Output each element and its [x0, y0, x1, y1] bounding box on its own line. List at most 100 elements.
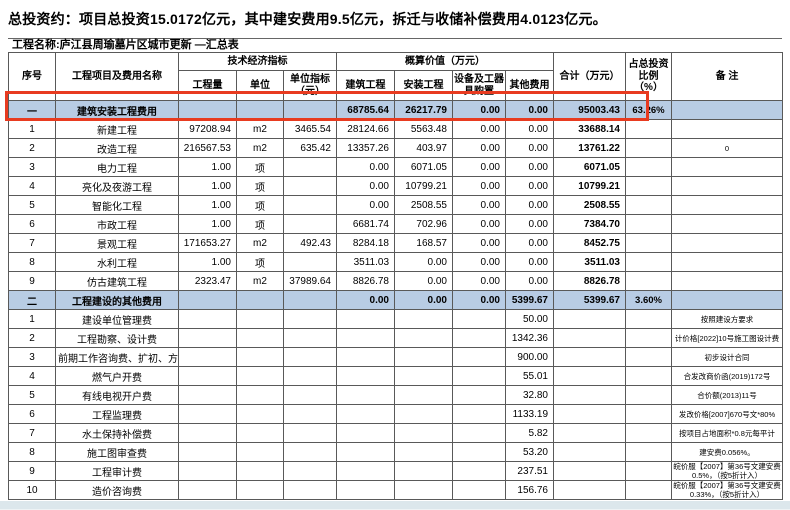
cell-equipment: 0.00 [453, 291, 506, 310]
cell-unit [237, 367, 284, 386]
cell-equipment: 0.00 [453, 101, 506, 120]
table-row: 7 景观工程 171653.27 m2 492.43 8284.18 168.5… [9, 234, 783, 253]
cell-name: 改造工程 [56, 139, 179, 158]
cell-unit-index [284, 329, 337, 348]
cell-installation: 6071.05 [395, 158, 453, 177]
col-header-equipment: 设备及工器具购置 [453, 71, 506, 101]
cell-other: 0.00 [506, 120, 554, 139]
cell-total [554, 405, 626, 424]
cell-installation: 403.97 [395, 139, 453, 158]
cell-total [554, 386, 626, 405]
cell-total: 13761.22 [554, 139, 626, 158]
cell-unit: 项 [237, 158, 284, 177]
cell-unit [237, 405, 284, 424]
cell-total: 33688.14 [554, 120, 626, 139]
cell-qty [179, 367, 237, 386]
cell-equipment [453, 443, 506, 462]
cell-seq: 7 [9, 424, 56, 443]
cell-ratio [626, 329, 672, 348]
cell-unit [237, 424, 284, 443]
cell-other: 156.76 [506, 481, 554, 500]
table-row: 二 工程建设的其他费用 0.00 0.00 0.00 5399.67 5399.… [9, 291, 783, 310]
cell-ratio [626, 348, 672, 367]
cell-note: 按照建设方要求 [672, 310, 783, 329]
cell-note: 皖价服【2007】第36号文建安费0.33%，（按5折计入） [672, 481, 783, 500]
cell-qty [179, 386, 237, 405]
table-body: 一 建筑安装工程费用 68785.64 26217.79 0.00 0.00 9… [9, 101, 783, 500]
cell-unit-index [284, 367, 337, 386]
cell-name: 建设单位管理费 [56, 310, 179, 329]
cell-other: 5399.67 [506, 291, 554, 310]
cell-seq: 2 [9, 329, 56, 348]
cell-unit-index [284, 424, 337, 443]
cell-qty [179, 443, 237, 462]
cell-seq: 9 [9, 272, 56, 291]
col-header-unit: 单位 [237, 71, 284, 101]
cell-qty [179, 405, 237, 424]
cell-qty [179, 462, 237, 481]
col-header-name: 工程项目及费用名称 [56, 53, 179, 101]
table-row: 4 燃气户开费 55.01 合发改商价函(2019)172号 [9, 367, 783, 386]
cell-name: 仿古建筑工程 [56, 272, 179, 291]
cell-name: 前期工作咨询费、扩初、方案 [56, 348, 179, 367]
cell-unit-index: 37989.64 [284, 272, 337, 291]
cell-ratio [626, 158, 672, 177]
cell-ratio: 3.60% [626, 291, 672, 310]
cell-qty: 2323.47 [179, 272, 237, 291]
cell-name: 有线电视开户费 [56, 386, 179, 405]
cell-installation [395, 310, 453, 329]
cell-other: 0.00 [506, 101, 554, 120]
cell-total: 8826.78 [554, 272, 626, 291]
cell-unit: m2 [237, 120, 284, 139]
cell-other: 1342.36 [506, 329, 554, 348]
cell-note [672, 215, 783, 234]
cell-total: 7384.70 [554, 215, 626, 234]
cell-seq: 6 [9, 215, 56, 234]
cell-unit-index [284, 386, 337, 405]
cell-unit-index: 3465.54 [284, 120, 337, 139]
cell-ratio [626, 196, 672, 215]
cell-qty: 97208.94 [179, 120, 237, 139]
cell-qty: 1.00 [179, 196, 237, 215]
cell-name: 造价咨询费 [56, 481, 179, 500]
cell-construction: 0.00 [337, 177, 395, 196]
cell-ratio [626, 462, 672, 481]
cell-construction [337, 405, 395, 424]
cell-installation: 2508.55 [395, 196, 453, 215]
cell-qty: 1.00 [179, 215, 237, 234]
cell-seq: 3 [9, 348, 56, 367]
summary-table-wrap: 工程名称:庐江县周瑜墓片区城市更新 —汇总表 序号 工程项目及费用名称 技术经济… [8, 38, 782, 500]
cell-other: 0.00 [506, 177, 554, 196]
cell-other: 1133.19 [506, 405, 554, 424]
cell-seq: 5 [9, 386, 56, 405]
cell-construction: 0.00 [337, 158, 395, 177]
cell-other: 0.00 [506, 215, 554, 234]
cell-construction [337, 329, 395, 348]
cell-seq: 3 [9, 158, 56, 177]
cell-qty [179, 101, 237, 120]
cell-note: 建安费0.056%。 [672, 443, 783, 462]
cell-equipment [453, 348, 506, 367]
cell-construction [337, 367, 395, 386]
cell-installation: 26217.79 [395, 101, 453, 120]
cell-qty: 1.00 [179, 158, 237, 177]
cell-note [672, 196, 783, 215]
cell-unit: 项 [237, 177, 284, 196]
table-row: 3 前期工作咨询费、扩初、方案 900.00 初步设计合同 [9, 348, 783, 367]
cell-seq: 4 [9, 367, 56, 386]
cell-total [554, 443, 626, 462]
table-row: 1 建设单位管理费 50.00 按照建设方要求 [9, 310, 783, 329]
cell-unit-index [284, 310, 337, 329]
cell-construction: 28124.66 [337, 120, 395, 139]
cell-seq: 8 [9, 443, 56, 462]
table-row: 2 改造工程 216567.53 m2 635.42 13357.26 403.… [9, 139, 783, 158]
cell-construction: 6681.74 [337, 215, 395, 234]
horizontal-scrollbar[interactable] [0, 501, 790, 510]
cell-name: 市政工程 [56, 215, 179, 234]
cell-installation: 702.96 [395, 215, 453, 234]
cell-unit [237, 329, 284, 348]
cell-note: 按项目占地面积*0.8元每平计 [672, 424, 783, 443]
cell-equipment [453, 405, 506, 424]
cell-unit-index [284, 481, 337, 500]
cell-installation [395, 386, 453, 405]
